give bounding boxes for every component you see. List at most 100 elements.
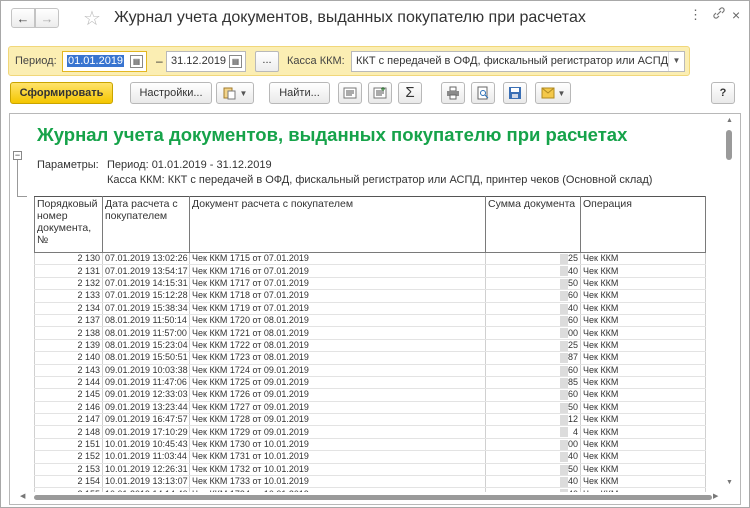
- row-document-cell: Чек ККМ 1727 от 09.01.2019: [189, 401, 486, 415]
- collapse-group-icon[interactable]: −: [13, 151, 22, 160]
- scroll-thumb[interactable]: [34, 495, 712, 500]
- report-window: ← → ☆ Журнал учета документов, выданных …: [0, 0, 750, 508]
- horizontal-scrollbar[interactable]: ◀ ▶: [10, 492, 723, 504]
- save-icon[interactable]: [503, 82, 527, 104]
- row-sum-cell-text: 12: [567, 414, 578, 425]
- row-number-cell-text: 2 131: [77, 265, 100, 276]
- period-dash: –: [156, 54, 163, 68]
- row-sum-cell-text: 87: [567, 352, 578, 363]
- help-button[interactable]: ?: [711, 82, 735, 104]
- redacted-amount: [560, 254, 568, 264]
- row-operation-cell-text: Чек ККМ: [583, 265, 619, 276]
- row-sum-cell: 40: [485, 475, 581, 489]
- row-sum-cell: 50: [485, 401, 581, 415]
- calendar-icon[interactable]: ▦: [130, 55, 143, 68]
- scroll-down-icon[interactable]: ▼: [726, 479, 733, 486]
- expand-groups-icon[interactable]: [368, 82, 392, 104]
- row-operation-cell: Чек ККМ: [580, 302, 706, 315]
- redacted-amount: [560, 291, 568, 302]
- chevron-down-icon[interactable]: ▼: [668, 52, 684, 71]
- table-row[interactable]: 2 147 09.01.2019 16:47:57 Чек ККМ 1728 от …: [34, 413, 706, 427]
- row-sum-cell-text: 60: [567, 290, 578, 301]
- kkm-value: ККТ с передачей в ОФД, фискальный регист…: [356, 55, 681, 67]
- table-row[interactable]: 2 153 10.01.2019 12:26:31 Чек ККМ 1732 от …: [34, 463, 706, 477]
- table-row[interactable]: 2 133 07.01.2019 15:12:28 Чек ККМ 1718 от …: [34, 289, 706, 303]
- print-icon[interactable]: [441, 82, 465, 104]
- column-header: Дата расчета с покупателем: [102, 196, 190, 253]
- redacted-amount: [560, 328, 568, 339]
- forward-arrow-icon[interactable]: →: [35, 8, 59, 28]
- scroll-up-icon[interactable]: ▲: [726, 117, 733, 124]
- table-row[interactable]: 2 154 10.01.2019 13:13:07 Чек ККМ 1733 от …: [34, 475, 706, 489]
- settings-button[interactable]: Настройки...: [130, 82, 212, 104]
- kkm-select[interactable]: ККТ с передачей в ОФД, фискальный регист…: [351, 51, 685, 72]
- row-operation-cell: Чек ККМ: [580, 425, 706, 439]
- redacted-amount: [560, 377, 568, 388]
- table-row[interactable]: 2 134 07.01.2019 15:38:34 Чек ККМ 1719 от …: [34, 302, 706, 315]
- scroll-left-icon[interactable]: ◀: [20, 492, 25, 500]
- table-row[interactable]: 2 151 10.01.2019 10:45:43 Чек ККМ 1730 от …: [34, 438, 706, 452]
- table-row[interactable]: 2 143 09.01.2019 10:03:38 Чек ККМ 1724 от …: [34, 364, 706, 377]
- variant-dropdown-button[interactable]: ▼: [216, 82, 254, 104]
- star-favorite-icon[interactable]: ☆: [83, 6, 101, 31]
- date-to-field[interactable]: 31.12.2019 ▦: [166, 51, 246, 72]
- row-operation-cell-text: Чек ККМ: [583, 463, 619, 474]
- calendar-icon[interactable]: ▦: [229, 55, 242, 68]
- row-number-cell: 2 152: [34, 450, 103, 464]
- table-row[interactable]: 2 140 08.01.2019 15:50:51 Чек ККМ 1723 от …: [34, 351, 706, 365]
- redacted-amount: [560, 340, 568, 351]
- collapse-groups-icon[interactable]: [338, 82, 362, 104]
- table-row[interactable]: 2 139 08.01.2019 15:23:04 Чек ККМ 1722 от …: [34, 339, 706, 353]
- link-icon[interactable]: [713, 7, 725, 22]
- table-row[interactable]: 2 152 10.01.2019 11:03:44 Чек ККМ 1731 от …: [34, 450, 706, 464]
- redacted-amount: [560, 353, 568, 363]
- row-date-cell-text: 07.01.2019 13:02:26: [105, 253, 188, 264]
- row-document-cell: Чек ККМ 1722 от 08.01.2019: [189, 339, 486, 353]
- report-document[interactable]: − Журнал учета документов, выданных поку…: [9, 113, 741, 505]
- date-from-field[interactable]: 01.01.2019 ▦: [62, 51, 147, 72]
- table-row[interactable]: 2 137 08.01.2019 11:50:14 Чек ККМ 1720 от …: [34, 314, 706, 328]
- scroll-right-icon[interactable]: ▶: [713, 492, 718, 500]
- table-row[interactable]: 2 138 08.01.2019 11:57:00 Чек ККМ 1721 от …: [34, 326, 706, 340]
- row-sum-cell: 87: [485, 351, 581, 365]
- scroll-thumb[interactable]: [726, 130, 732, 160]
- row-sum-cell: 25: [485, 252, 581, 266]
- row-document-cell-text: Чек ККМ 1733 от 10.01.2019: [192, 476, 309, 487]
- row-document-cell: Чек ККМ 1733 от 10.01.2019: [189, 475, 486, 489]
- row-number-cell-text: 2 137: [77, 315, 100, 326]
- print-preview-icon[interactable]: [471, 82, 495, 104]
- row-operation-cell-text: Чек ККМ: [583, 426, 619, 437]
- row-document-cell-text: Чек ККМ 1729 от 09.01.2019: [192, 426, 309, 437]
- row-sum-cell-text: 50: [567, 401, 578, 412]
- row-operation-cell-text: Чек ККМ: [583, 389, 619, 400]
- row-number-cell-text: 2 143: [77, 364, 100, 375]
- find-button[interactable]: Найти...: [269, 82, 330, 104]
- sum-icon[interactable]: Σ: [398, 82, 422, 104]
- send-email-dropdown[interactable]: ▼: [535, 82, 571, 104]
- row-sum-cell: 4: [485, 425, 581, 439]
- table-row[interactable]: 2 131 07.01.2019 13:54:17 Чек ККМ 1716 от …: [34, 264, 706, 278]
- table-row[interactable]: 2 132 07.01.2019 14:15:31 Чек ККМ 1717 от …: [34, 277, 706, 291]
- table-row[interactable]: 2 144 09.01.2019 11:47:06 Чек ККМ 1725 от …: [34, 376, 706, 390]
- row-date-cell-text: 10.01.2019 10:45:43: [105, 439, 188, 450]
- row-sum-cell: 60: [485, 289, 581, 303]
- toolbar: Сформировать Настройки... ▼ Найти... Σ ▼…: [1, 81, 749, 105]
- generate-button[interactable]: Сформировать: [10, 82, 113, 104]
- table-row[interactable]: 2 148 09.01.2019 17:10:29 Чек ККМ 1729 от …: [34, 425, 706, 439]
- table-row[interactable]: 2 130 07.01.2019 13:02:26 Чек ККМ 1715 от …: [34, 252, 706, 266]
- row-date-cell: 10.01.2019 10:45:43: [102, 438, 190, 452]
- table-row[interactable]: 2 145 09.01.2019 12:33:03 Чек ККМ 1726 от …: [34, 388, 706, 402]
- close-icon[interactable]: ×: [732, 7, 740, 23]
- row-number-cell-text: 2 144: [77, 377, 100, 388]
- table-row[interactable]: 2 146 09.01.2019 13:23:44 Чек ККМ 1727 от …: [34, 401, 706, 415]
- row-date-cell: 07.01.2019 13:02:26: [102, 252, 190, 266]
- vertical-scrollbar[interactable]: ▲ ▼: [723, 114, 740, 492]
- row-date-cell: 10.01.2019 13:13:07: [102, 475, 190, 489]
- more-menu-icon[interactable]: ⋮: [689, 7, 702, 23]
- row-sum-cell: 50: [485, 463, 581, 477]
- row-number-cell-text: 2 140: [77, 352, 100, 363]
- row-document-cell: Чек ККМ 1718 от 07.01.2019: [189, 289, 486, 303]
- back-arrow-icon[interactable]: ←: [11, 8, 35, 28]
- row-number-cell: 2 147: [34, 413, 103, 427]
- choose-period-button[interactable]: ...: [255, 51, 279, 72]
